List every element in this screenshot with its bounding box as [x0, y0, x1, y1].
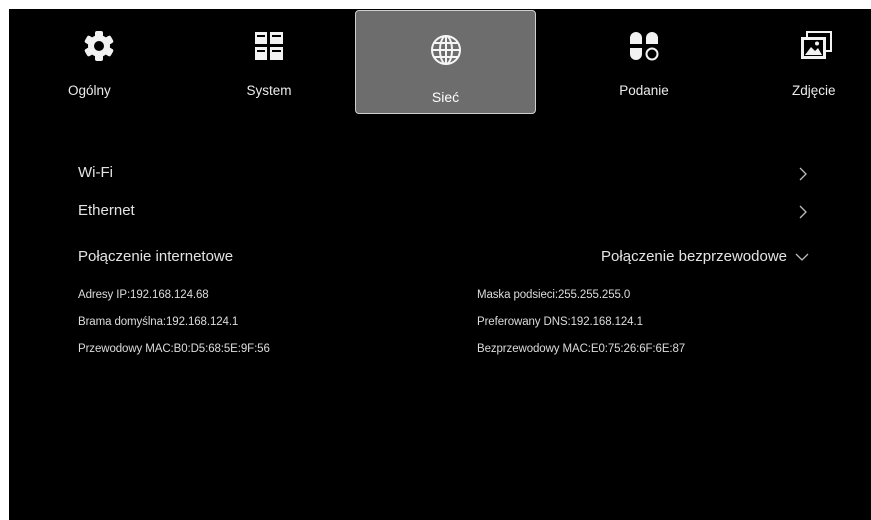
connection-type-value: Połączenie bezprzewodowe — [601, 248, 787, 265]
chevron-right-icon — [799, 205, 807, 219]
gear-icon — [84, 31, 114, 61]
internet-connection-title: Połączenie internetowe — [78, 248, 234, 265]
wireless-mac-text: Bezprzewodowy MAC:E0:75:26:6F:6E:87 — [477, 343, 686, 355]
wired-mac-text: Przewodowy MAC:B0:D5:68:5E:9F:56 — [78, 343, 270, 355]
tv-settings-screen: Ogólny System Sieć Podanie Zdjęcie Wi-Fi… — [9, 9, 871, 520]
windows-icon — [255, 32, 283, 60]
ip-address-text: Adresy IP:192.168.124.68 — [78, 289, 209, 301]
tab-network[interactable]: Sieć — [355, 10, 536, 114]
wifi-label: Wi-Fi — [78, 164, 113, 181]
tab-apps[interactable]: Podanie — [554, 9, 734, 115]
dns-text: Preferowany DNS:192.168.124.1 — [477, 316, 643, 328]
tab-apps-label: Podanie — [619, 83, 669, 98]
subnet-mask-text: Maska podsieci:255.255.255.0 — [477, 289, 631, 301]
apps-icon — [630, 32, 659, 61]
tab-system-label: System — [246, 83, 292, 98]
tab-general[interactable]: Ogólny — [9, 9, 189, 115]
chevron-right-icon — [799, 167, 807, 181]
gateway-text: Brama domyślna:192.168.124.1 — [78, 316, 239, 328]
tab-system[interactable]: System — [179, 9, 359, 115]
tab-general-label: Ogólny — [68, 83, 111, 98]
connection-type-dropdown[interactable]: Połączenie bezprzewodowe — [601, 248, 809, 268]
tab-picture-label: Zdjęcie — [792, 83, 836, 98]
wifi-row[interactable]: Wi-Fi — [78, 160, 808, 188]
tab-network-label: Sieć — [431, 89, 460, 105]
globe-icon — [430, 35, 461, 65]
ethernet-row[interactable]: Ethernet — [78, 198, 808, 226]
chevron-down-icon — [795, 253, 809, 261]
ethernet-label: Ethernet — [78, 202, 135, 219]
tab-picture[interactable]: Zdjęcie — [726, 9, 871, 115]
picture-icon — [801, 31, 832, 59]
